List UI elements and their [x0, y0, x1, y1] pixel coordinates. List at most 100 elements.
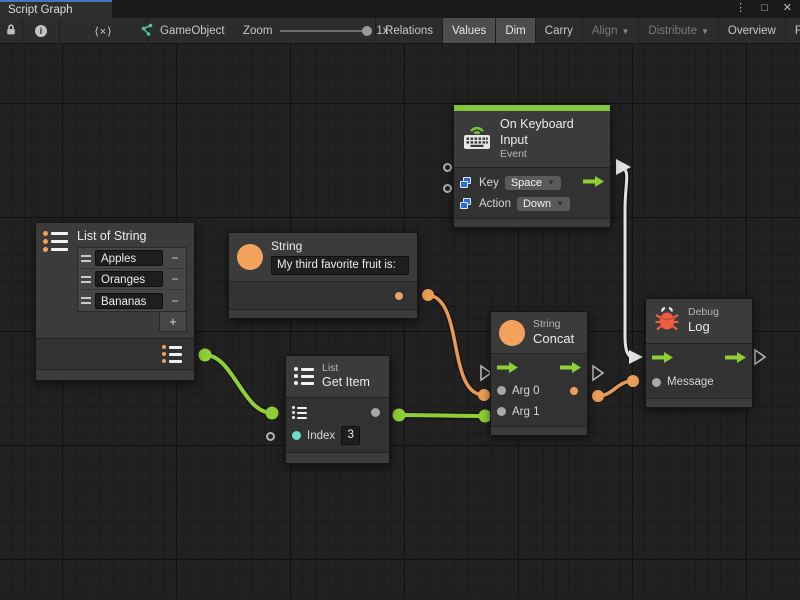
list-item-row: Apples − — [78, 248, 186, 269]
align-dropdown[interactable]: Align▼ — [582, 18, 639, 44]
chevron-down-icon: ▼ — [556, 199, 564, 208]
values-button[interactable]: Values — [442, 18, 495, 44]
port-index-unconnected[interactable] — [266, 432, 275, 441]
lock-icon — [5, 23, 17, 39]
message-input-port[interactable] — [652, 378, 661, 387]
window-menu-icon[interactable]: ⋮ — [735, 2, 746, 15]
carry-button[interactable]: Carry — [535, 18, 582, 44]
flow-indicator-log-right — [755, 350, 765, 364]
variable-icon — [460, 177, 473, 189]
list-output-port[interactable] — [162, 345, 182, 363]
node-debug-log[interactable]: Debug Log Message — [645, 298, 753, 408]
arg1-label: Arg 1 — [512, 406, 540, 418]
node-get-item[interactable]: List Get Item Index 3 — [285, 355, 390, 464]
node-footer — [646, 398, 752, 407]
node-title: Log — [688, 319, 719, 335]
window-close-icon[interactable]: ✕ — [783, 2, 792, 15]
drag-handle-icon[interactable] — [81, 276, 91, 283]
node-list-of-string[interactable]: List of String Apples − Oranges − — [35, 222, 195, 381]
drag-handle-icon[interactable] — [81, 297, 91, 304]
wire-start-arrow — [616, 159, 631, 175]
flow-out-arrow[interactable] — [560, 362, 581, 376]
wire-end-arrow — [629, 350, 643, 364]
node-header[interactable]: List Get Item — [286, 356, 389, 398]
window-titlebar: Script Graph ⋮ □ ✕ — [0, 0, 800, 18]
port-key-unconnected[interactable] — [443, 163, 452, 172]
node-title: Get Item — [322, 375, 370, 391]
index-label: Index — [307, 430, 335, 442]
string-value-field[interactable]: My third favorite fruit is: — [271, 256, 409, 275]
fullscreen-button[interactable]: Full Screen — [785, 18, 800, 44]
node-footer — [491, 426, 587, 435]
node-title: On Keyboard Input — [500, 117, 602, 148]
key-port-label: Key — [479, 177, 499, 189]
string-icon — [499, 320, 525, 346]
action-dropdown[interactable]: Down▼ — [517, 197, 570, 211]
distribute-dropdown[interactable]: Distribute▼ — [638, 18, 718, 44]
node-footer — [36, 369, 194, 380]
chevron-down-icon: ▼ — [547, 178, 555, 187]
info-button[interactable]: i — [23, 18, 60, 44]
node-category: Debug — [688, 306, 719, 319]
index-input-port[interactable] — [292, 431, 301, 440]
arg0-input-port[interactable] — [497, 386, 506, 395]
node-footer — [286, 452, 389, 463]
list-item-field[interactable]: Apples — [95, 250, 163, 266]
flow-out-arrow[interactable] — [583, 176, 604, 190]
tab-script-graph[interactable]: Script Graph — [0, 0, 112, 18]
dim-button[interactable]: Dim — [495, 18, 534, 44]
node-category: List — [322, 362, 370, 375]
message-label: Message — [667, 376, 714, 388]
list-editor: Apples − Oranges − Bananas − — [77, 247, 187, 312]
zoom-slider-handle[interactable] — [362, 26, 372, 36]
arg1-input-port[interactable] — [497, 407, 506, 416]
node-header[interactable]: Debug Log — [646, 299, 752, 344]
flow-out-arrow[interactable] — [725, 352, 746, 366]
chevron-down-icon: ▼ — [701, 27, 709, 36]
window-maximize-icon[interactable]: □ — [761, 2, 768, 15]
wire-concat-to-message — [598, 381, 633, 396]
port-action-unconnected[interactable] — [443, 184, 452, 193]
node-category: String — [533, 318, 574, 331]
node-on-keyboard-input[interactable]: On Keyboard Input Event Key Space▼ Actio… — [453, 104, 611, 228]
graph-owner[interactable]: GameObject — [128, 18, 235, 44]
list-item-field[interactable]: Bananas — [95, 293, 163, 309]
index-value-field[interactable]: 3 — [341, 426, 360, 445]
add-item-button[interactable]: + — [159, 312, 187, 332]
result-output-port[interactable] — [570, 387, 578, 395]
item-output-port[interactable] — [371, 408, 380, 417]
flow-in-arrow[interactable] — [652, 352, 673, 366]
list-item-field[interactable]: Oranges — [95, 271, 163, 287]
node-title: String — [271, 239, 409, 254]
graph-icon — [138, 23, 153, 40]
wire-keyboard-to-log — [621, 167, 632, 357]
remove-item-button[interactable]: − — [167, 251, 183, 265]
zoom-slider[interactable] — [280, 30, 368, 32]
overview-button[interactable]: Overview — [718, 18, 785, 44]
list-input-port[interactable] — [292, 406, 307, 419]
list-item-row: Oranges − — [78, 269, 186, 290]
gameobject-label: GameObject — [160, 25, 225, 37]
drag-handle-icon[interactable] — [81, 255, 91, 262]
bug-icon — [654, 305, 680, 337]
node-subtitle: Event — [500, 148, 602, 161]
node-header[interactable]: On Keyboard Input Event — [454, 111, 610, 168]
tab-title: Script Graph — [8, 4, 73, 16]
node-title: List of String — [77, 229, 187, 243]
string-output-port[interactable] — [395, 292, 403, 300]
node-header[interactable]: String Concat — [491, 312, 587, 354]
code-icon: ⟨×⟩ — [94, 25, 112, 38]
lock-button[interactable] — [0, 18, 23, 44]
remove-item-button[interactable]: − — [167, 272, 183, 286]
wire-getitem-to-concat — [399, 415, 485, 416]
remove-item-button[interactable]: − — [167, 294, 183, 308]
node-string-literal[interactable]: String My third favorite fruit is: — [228, 232, 418, 319]
flow-in-arrow[interactable] — [497, 362, 518, 376]
node-concat[interactable]: String Concat Arg 0 Arg 1 — [490, 311, 588, 436]
relations-button[interactable]: Relations — [375, 18, 442, 44]
node-header[interactable]: String My third favorite fruit is: — [229, 233, 417, 282]
wire-list-to-getitem — [205, 355, 272, 413]
graph-canvas[interactable]: On Keyboard Input Event Key Space▼ Actio… — [0, 44, 800, 599]
key-dropdown[interactable]: Space▼ — [505, 176, 561, 190]
node-title: Concat — [533, 331, 574, 347]
